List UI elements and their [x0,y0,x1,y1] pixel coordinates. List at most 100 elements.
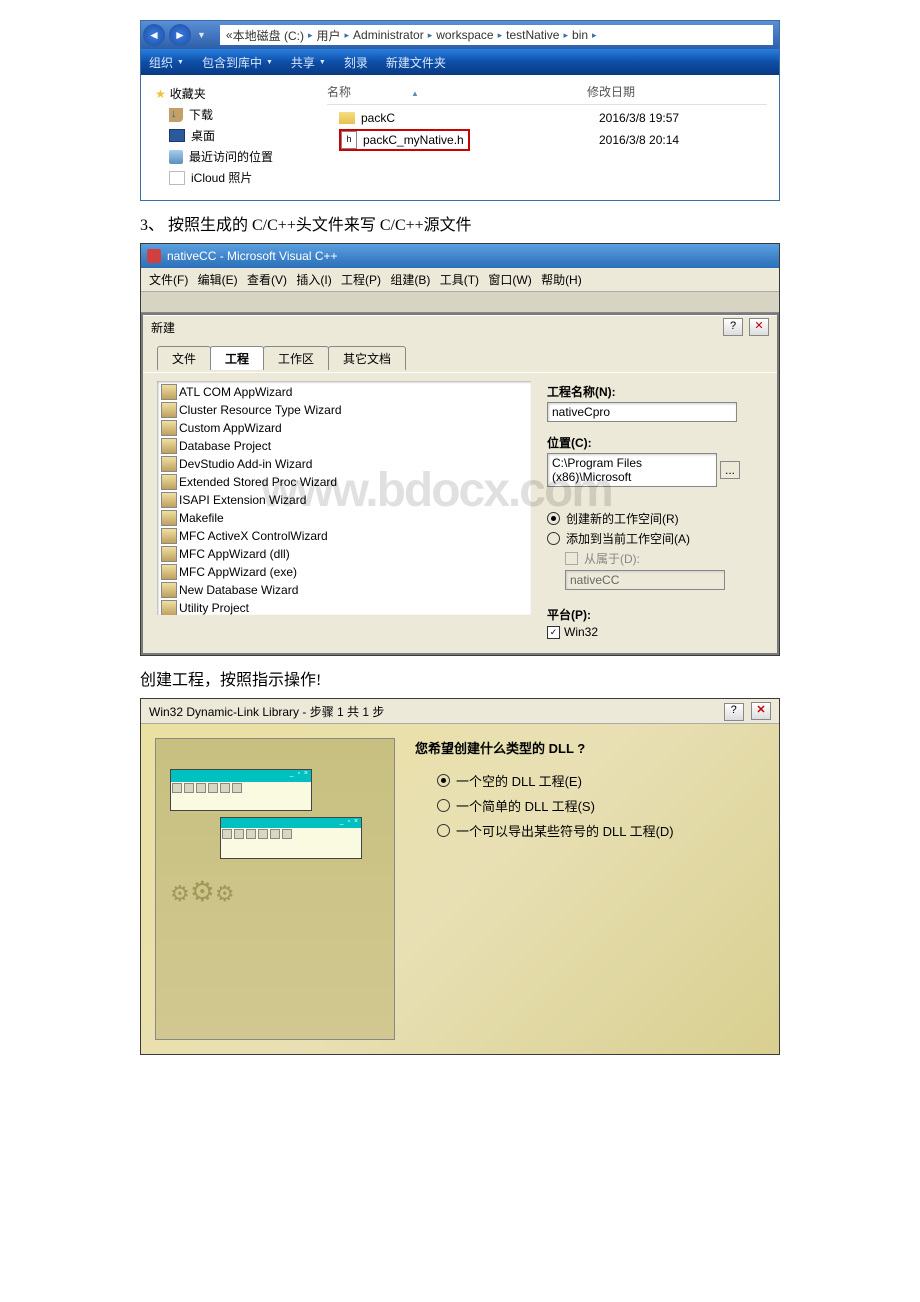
burn-btn[interactable]: 刻录 [344,54,368,71]
dependency-combo: nativeCC [565,570,725,590]
checkbox-dependency: 从属于(D): [565,550,763,567]
radio-icon [437,799,450,812]
dialog-tabs: 文件 工程 工作区 其它文档 [143,338,777,372]
sidebar-item-desktop[interactable]: 桌面 [169,127,315,144]
path-seg[interactable]: Administrator [353,28,424,42]
sidebar-item-downloads[interactable]: 下载 [169,106,315,123]
sidebar-item-recent[interactable]: 最近访问的位置 [169,148,315,165]
wizard-question: 您希望创建什么类型的 DLL ? [415,738,765,757]
explorer-sidebar: ★收藏夹 下载 桌面 最近访问的位置 iCloud 照片 [141,75,315,200]
menu-insert[interactable]: 插入(I) [296,273,331,287]
radio-empty-dll[interactable]: 一个空的 DLL 工程(E) [437,771,765,790]
project-type-item[interactable]: Extended Stored Proc Wizard [159,473,529,491]
help-button[interactable]: ? [723,318,743,336]
close-button[interactable]: ✕ [751,702,771,720]
menu-window[interactable]: 窗口(W) [488,273,531,287]
wizard-icon [161,438,177,454]
wizard-icon [161,402,177,418]
wizard-title: Win32 Dynamic-Link Library - 步骤 1 共 1 步 [149,703,384,720]
address-bar[interactable]: « 本地磁盘 (C:)▸ 用户▸ Administrator▸ workspac… [220,25,773,45]
step-3-text: 3、 按照生成的 C/C++头文件来写 C/C++源文件 [140,211,780,235]
download-icon [169,108,183,122]
platform-checkbox[interactable]: ✓Win32 [547,625,763,639]
radio-icon [547,532,560,545]
project-type-item[interactable]: ISAPI Extension Wizard [159,491,529,509]
menu-view[interactable]: 查看(V) [247,273,287,287]
gear-icon: ⚙ [190,875,215,908]
col-name[interactable]: 名称 [327,85,351,99]
column-headers: 名称 ▲ 修改日期 [327,83,767,105]
radio-export-dll[interactable]: 一个可以导出某些符号的 DLL 工程(D) [437,821,765,840]
project-name-input[interactable]: nativeCpro [547,402,737,422]
radio-new-workspace[interactable]: 创建新的工作空间(R) [547,510,763,527]
tab-projects[interactable]: 工程 [210,346,264,370]
folder-icon [339,112,355,124]
project-type-item[interactable]: MFC AppWizard (dll) [159,545,529,563]
tab-files[interactable]: 文件 [157,346,211,370]
project-type-item[interactable]: Database Project [159,437,529,455]
organize-btn[interactable]: 组织▼ [149,54,184,71]
explorer-titlebar: ◄ ► ▼ « 本地磁盘 (C:)▸ 用户▸ Administrator▸ wo… [141,21,779,49]
project-type-item[interactable]: Makefile [159,509,529,527]
platform-label: 平台(P): [547,606,763,623]
favorites-header[interactable]: ★收藏夹 [155,85,315,102]
menu-tools[interactable]: 工具(T) [440,273,479,287]
sidebar-item-icloud[interactable]: iCloud 照片 [169,169,315,186]
menu-project[interactable]: 工程(P) [341,273,381,287]
path-seg[interactable]: testNative [506,28,559,42]
wizard-illustration: _ ▫ × _ ▫ × ⚙⚙⚙ [155,738,395,1040]
menu-file[interactable]: 文件(F) [149,273,188,287]
nav-forward-button[interactable]: ► [169,24,191,46]
nav-back-button[interactable]: ◄ [143,24,165,46]
path-seg[interactable]: 本地磁盘 (C:) [233,27,304,44]
path-seg[interactable]: bin [572,28,588,42]
nav-dropdown-icon[interactable]: ▼ [197,30,206,40]
radio-simple-dll[interactable]: 一个简单的 DLL 工程(S) [437,796,765,815]
explorer-window: ◄ ► ▼ « 本地磁盘 (C:)▸ 用户▸ Administrator▸ wo… [140,20,780,201]
gear-icon: ⚙ [170,881,190,907]
project-type-item[interactable]: Cluster Resource Type Wizard [159,401,529,419]
col-date[interactable]: 修改日期 [587,83,635,100]
browse-button[interactable]: ... [720,461,740,479]
project-name-label: 工程名称(N): [547,383,763,400]
path-seg[interactable]: 用户 [316,27,340,44]
project-type-item[interactable]: Utility Project [159,599,529,615]
project-type-item[interactable]: DevStudio Add-in Wizard [159,455,529,473]
include-lib-btn[interactable]: 包含到库中▼ [202,54,273,71]
help-button[interactable]: ? [724,703,744,721]
menu-build[interactable]: 组建(B) [390,273,430,287]
explorer-toolbar: 组织▼ 包含到库中▼ 共享▼ 刻录 新建文件夹 [141,49,779,75]
location-input[interactable]: C:\Program Files (x86)\Microsoft [547,453,717,487]
project-type-item[interactable]: New Database Wizard [159,581,529,599]
vc-window: nativeCC - Microsoft Visual C++ 文件(F) 编辑… [140,243,780,656]
recent-icon [169,150,183,164]
h-file-icon: h [341,131,357,149]
explorer-filelist: 名称 ▲ 修改日期 packC 2016/3/8 19:57 hpackC_myN… [315,75,779,200]
menu-edit[interactable]: 编辑(E) [198,273,238,287]
close-button[interactable]: ✕ [749,318,769,336]
project-type-item[interactable]: MFC AppWizard (exe) [159,563,529,581]
gear-icon: ⚙ [215,881,235,907]
project-type-item[interactable]: ATL COM AppWizard [159,383,529,401]
tab-other[interactable]: 其它文档 [328,346,406,370]
project-type-item[interactable]: Custom AppWizard [159,419,529,437]
wizard-window: Win32 Dynamic-Link Library - 步骤 1 共 1 步 … [140,698,780,1055]
menu-help[interactable]: 帮助(H) [541,273,582,287]
share-btn[interactable]: 共享▼ [291,54,326,71]
wizard-icon [161,600,177,615]
new-folder-btn[interactable]: 新建文件夹 [386,54,446,71]
sort-asc-icon: ▲ [411,89,419,98]
path-seg[interactable]: workspace [436,28,493,42]
project-type-item[interactable]: MFC ActiveX ControlWizard [159,527,529,545]
dialog-title: 新建 [151,319,175,336]
tab-workspaces[interactable]: 工作区 [263,346,329,370]
wizard-icon [161,564,177,580]
radio-icon [437,824,450,837]
file-row[interactable]: packC 2016/3/8 19:57 [327,109,767,127]
project-type-list[interactable]: ATL COM AppWizardCluster Resource Type W… [157,381,531,615]
file-row[interactable]: hpackC_myNative.h 2016/3/8 20:14 [327,127,767,153]
wizard-window-controls: ? ✕ [720,702,771,721]
radio-add-workspace[interactable]: 添加到当前工作空间(A) [547,530,763,547]
vc-menubar: 文件(F) 编辑(E) 查看(V) 插入(I) 工程(P) 组建(B) 工具(T… [141,268,779,292]
location-label: 位置(C): [547,434,763,451]
